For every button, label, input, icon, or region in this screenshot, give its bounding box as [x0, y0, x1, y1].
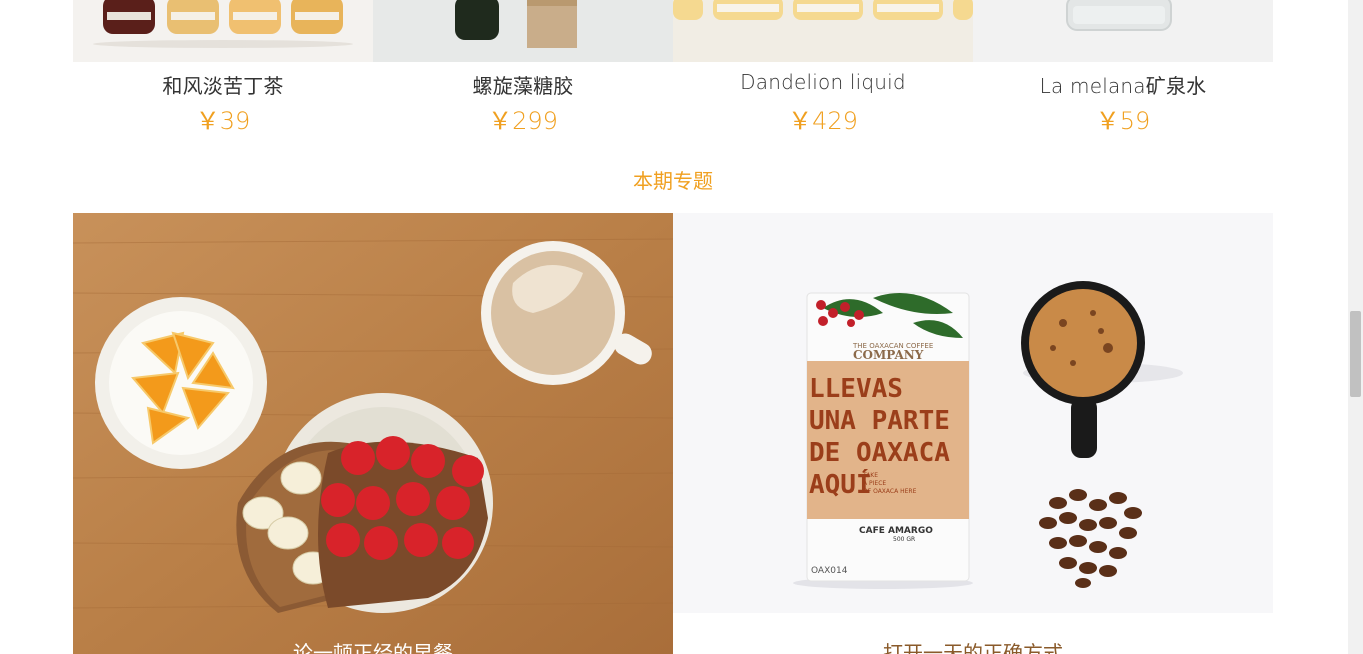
product-name[interactable]: Dandelion liquid [673, 70, 973, 94]
scrollbar-thumb[interactable] [1350, 311, 1361, 397]
product-name[interactable]: 和风淡苦丁茶 [73, 70, 373, 99]
package-code: OAX014 [811, 566, 848, 576]
product-image[interactable] [673, 0, 973, 62]
package-side-note: TAKE [862, 472, 878, 479]
product-row: 和风淡苦丁茶 ￥39 螺旋藻糖胶 ￥299 Dandelion liquid ￥… [73, 0, 1273, 140]
product-card[interactable]: La melana矿泉水 ￥59 [973, 0, 1273, 140]
product-price: ￥59 [1095, 107, 1151, 135]
product-image[interactable] [73, 0, 373, 62]
package-side-note: A PIECE [863, 480, 886, 487]
breakfast-image[interactable] [73, 213, 673, 654]
coffee-image[interactable]: THE OAXACAN COFFEE COMPANY LLEVAS UNA PA… [673, 213, 1273, 613]
product-name[interactable]: La melana矿泉水 [973, 70, 1273, 99]
product-card[interactable]: Dandelion liquid ￥429 [673, 0, 973, 140]
package-side-note: OF OAXACA HERE [863, 488, 917, 495]
topic-caption[interactable]: 打开一天的正确方式 [673, 637, 1273, 654]
product-card[interactable]: 螺旋藻糖胶 ￥299 [373, 0, 673, 140]
package-brand: COMPANY [853, 348, 924, 362]
package-line-2: UNA PARTE [809, 406, 950, 436]
product-price: ￥39 [195, 107, 251, 135]
product-image[interactable] [973, 0, 1273, 62]
topic-card-breakfast[interactable]: 论一顿正经的早餐 [73, 213, 673, 654]
package-line-3: DE OAXACA [809, 438, 950, 468]
package-line-1: LLEVAS [809, 374, 903, 404]
product-price: ￥299 [488, 107, 558, 135]
product-price: ￥429 [788, 107, 858, 135]
section-title: 本期专题 [633, 169, 713, 193]
package-product: CAFE AMARGO [859, 526, 933, 536]
package-weight: 500 GR [893, 536, 915, 543]
topic-caption[interactable]: 论一顿正经的早餐 [73, 637, 673, 654]
product-image[interactable] [373, 0, 673, 62]
vertical-scrollbar[interactable] [1348, 0, 1363, 654]
topic-card-coffee[interactable]: THE OAXACAN COFFEE COMPANY LLEVAS UNA PA… [673, 213, 1273, 654]
product-name[interactable]: 螺旋藻糖胶 [373, 70, 673, 99]
product-card[interactable]: 和风淡苦丁茶 ￥39 [73, 0, 373, 140]
